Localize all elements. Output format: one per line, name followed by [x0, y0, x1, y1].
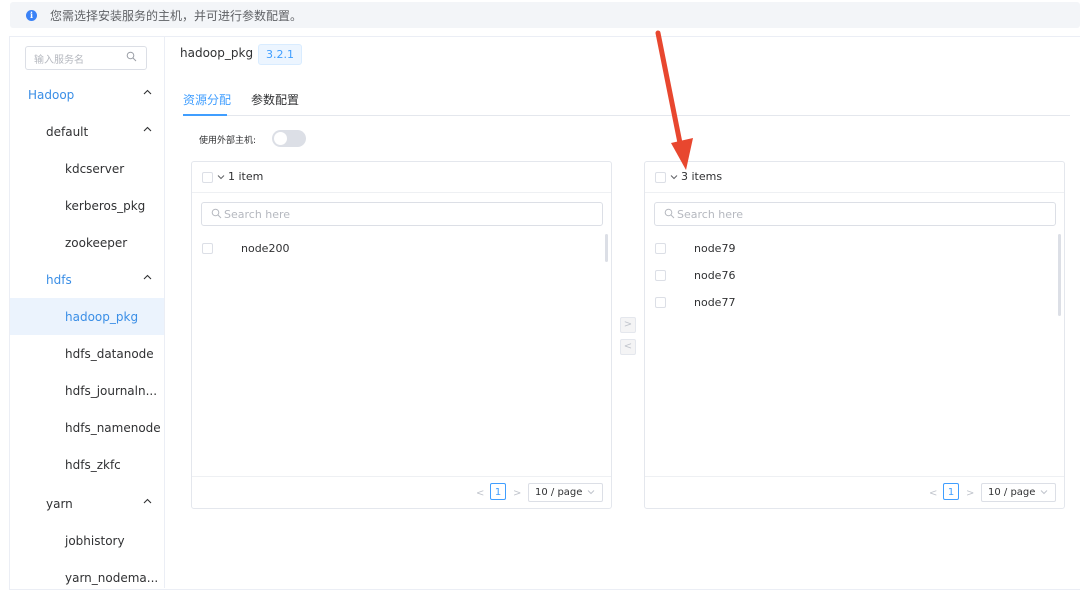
toggle-knob — [274, 132, 287, 145]
list-item[interactable]: node200 — [192, 236, 611, 263]
tree-item-label: jobhistory — [65, 533, 125, 548]
item-label: node77 — [694, 296, 736, 309]
notice-banner: i 您需选择安装服务的主机，并可进行参数配置。 — [10, 2, 1080, 28]
tree-item-jobhistory[interactable]: jobhistory — [10, 522, 164, 559]
item-checkbox[interactable] — [655, 270, 666, 281]
search-input[interactable]: Search here — [654, 202, 1056, 226]
item-label: node200 — [241, 242, 290, 255]
external-host-label: 使用外部主机: — [199, 136, 257, 146]
page-size-value: 10 / page — [535, 487, 583, 498]
tree-item-hdfs-zkfc[interactable]: hdfs_zkfc — [10, 446, 164, 483]
list-item[interactable]: node76 — [645, 263, 1064, 290]
tree-item-hadoop-pkg[interactable]: hadoop_pkg — [10, 298, 164, 335]
search-icon — [664, 208, 675, 219]
external-host-toggle[interactable] — [272, 130, 306, 147]
search-input[interactable]: Search here — [201, 202, 603, 226]
page-size-select[interactable]: 10 / page — [528, 483, 603, 502]
tree-item-kerberos-pkg[interactable]: kerberos_pkg — [10, 187, 164, 224]
item-count: 1 item — [228, 170, 264, 183]
service-search-input[interactable]: 输入服务名 — [25, 46, 147, 70]
tree-item-label: hdfs_zkfc — [65, 457, 121, 472]
item-label: node76 — [694, 269, 736, 282]
next-page-icon[interactable]: > — [966, 488, 974, 499]
tree-item-hdfs-journalnode[interactable]: hdfs_journaln... — [10, 372, 164, 409]
move-left-button[interactable]: < — [620, 339, 636, 355]
tab-resource-allocation[interactable]: 资源分配 — [183, 91, 231, 108]
tree-item-label: Hadoop — [28, 87, 75, 102]
page-size-value: 10 / page — [988, 487, 1036, 498]
tab-parameter-config[interactable]: 参数配置 — [251, 91, 299, 108]
page-size-select[interactable]: 10 / page — [981, 483, 1056, 502]
move-right-button[interactable]: > — [620, 317, 636, 333]
tabs-divider — [183, 115, 1070, 116]
tree-item-label: hdfs — [46, 272, 72, 287]
panel-header: 3 items — [645, 162, 1064, 193]
tree-item-label: zookeeper — [65, 235, 128, 250]
tree-item-hdfs-namenode[interactable]: hdfs_namenode — [10, 409, 164, 446]
item-checkbox[interactable] — [202, 243, 213, 254]
chevron-up-icon — [143, 126, 152, 132]
tree-item-label: hdfs_journaln... — [65, 383, 158, 398]
search-placeholder: Search here — [224, 207, 291, 221]
scrollbar[interactable] — [1058, 234, 1061, 316]
tree-item-label: kerberos_pkg — [65, 198, 146, 213]
next-page-icon[interactable]: > — [513, 488, 521, 499]
sidebar: 输入服务名 Hadoop default kdcserver kerberos_… — [10, 37, 165, 588]
tree-item-kdcserver[interactable]: kdcserver — [10, 150, 164, 187]
tree-item-label: default — [46, 124, 89, 139]
chevron-up-icon — [143, 498, 152, 504]
tree-item-yarn[interactable]: yarn — [10, 485, 164, 522]
page-title: hadoop_pkg — [180, 46, 254, 60]
search-placeholder: Search here — [677, 207, 744, 221]
prev-page-icon[interactable]: < — [476, 488, 484, 499]
tree-item-label: yarn — [46, 496, 73, 511]
select-all-checkbox[interactable] — [202, 172, 213, 183]
page-number[interactable]: 1 — [943, 483, 959, 500]
list-item[interactable]: node79 — [645, 236, 1064, 263]
select-all-checkbox[interactable] — [655, 172, 666, 183]
item-checkbox[interactable] — [655, 243, 666, 254]
pagination: < 1 > 10 / page — [192, 476, 611, 508]
transfer-panel-source: 1 item Search here node200 < 1 > 10 / pa… — [191, 161, 612, 509]
list-item[interactable]: node77 — [645, 290, 1064, 317]
tree-item-label: hdfs_datanode — [65, 346, 154, 361]
version-badge: 3.2.1 — [258, 44, 302, 65]
panel-header: 1 item — [192, 162, 611, 193]
tree-item-label: hadoop_pkg — [65, 309, 139, 324]
tree-item-hdfs-datanode[interactable]: hdfs_datanode — [10, 335, 164, 372]
info-icon: i — [26, 9, 37, 21]
item-label: node79 — [694, 242, 736, 255]
pagination: < 1 > 10 / page — [645, 476, 1064, 508]
chevron-down-icon — [1040, 490, 1048, 495]
chevron-up-icon — [143, 274, 152, 280]
active-tab-indicator — [183, 114, 227, 116]
chevron-down-icon[interactable] — [670, 174, 678, 180]
tree-item-yarn-nodemanager[interactable]: yarn_nodema... — [10, 559, 164, 588]
transfer-panel-target: 3 items Search here node79 node76 node77… — [644, 161, 1065, 509]
search-icon — [211, 208, 222, 219]
chevron-down-icon[interactable] — [217, 174, 225, 180]
chevron-down-icon — [587, 490, 595, 495]
page-number[interactable]: 1 — [490, 483, 506, 500]
item-count: 3 items — [681, 170, 723, 183]
search-icon — [126, 51, 137, 62]
scrollbar[interactable] — [605, 234, 608, 262]
item-checkbox[interactable] — [655, 297, 666, 308]
service-search-placeholder: 输入服务名 — [34, 54, 84, 66]
tree-item-hadoop[interactable]: Hadoop — [10, 76, 164, 113]
tree-item-label: yarn_nodema... — [65, 570, 159, 585]
notice-text: 您需选择安装服务的主机，并可进行参数配置。 — [50, 8, 303, 23]
tree-item-default[interactable]: default — [10, 113, 164, 150]
tree-item-hdfs[interactable]: hdfs — [10, 261, 164, 298]
tree-item-label: kdcserver — [65, 161, 125, 176]
tree-item-label: hdfs_namenode — [65, 420, 161, 435]
chevron-up-icon — [143, 89, 152, 95]
tree-item-zookeeper[interactable]: zookeeper — [10, 224, 164, 261]
prev-page-icon[interactable]: < — [929, 488, 937, 499]
